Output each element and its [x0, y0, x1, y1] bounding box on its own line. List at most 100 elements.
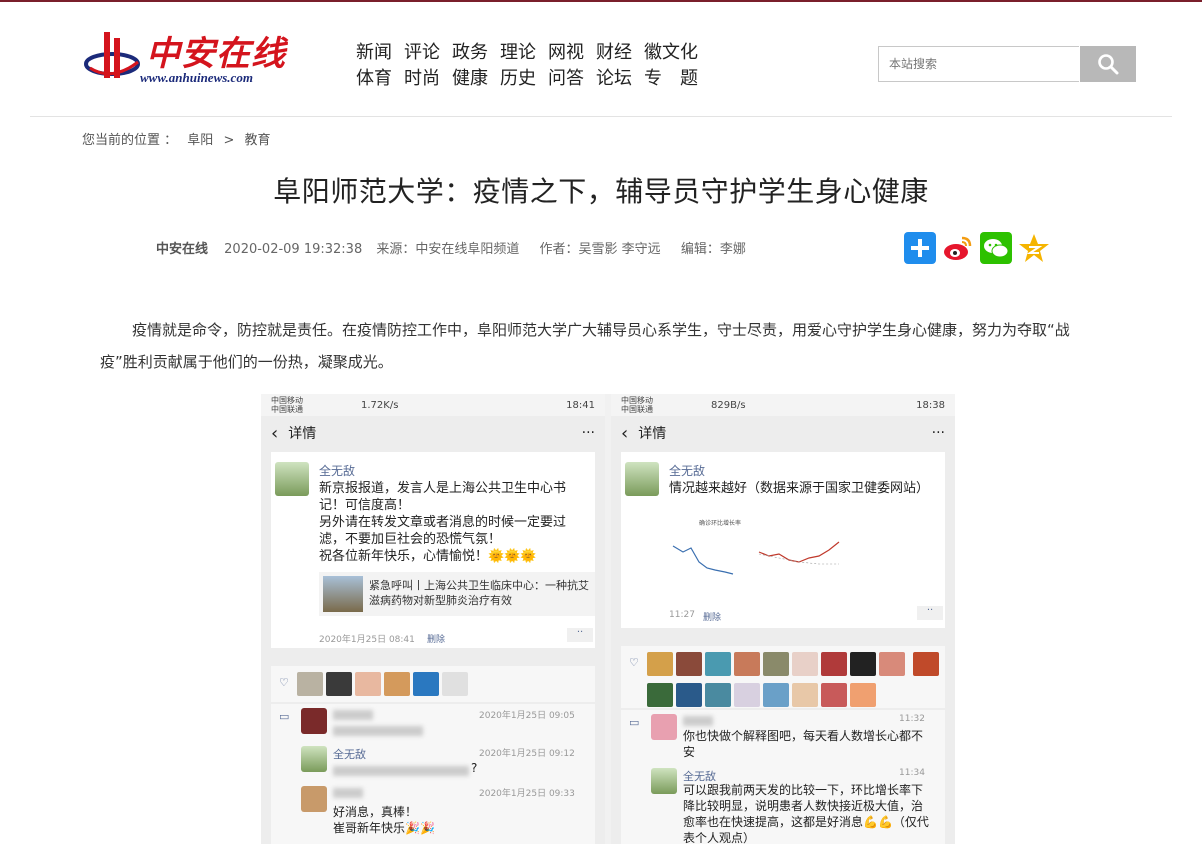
post-text: 情况越来越好（数据来源于国家卫健委网站）: [669, 481, 930, 496]
site-search: [878, 46, 1136, 82]
back-icon[interactable]: ‹: [271, 423, 278, 444]
detail-bar: ‹ 详情 ···: [611, 416, 955, 450]
time-text: 18:38: [916, 399, 945, 411]
post-action-button[interactable]: ··: [567, 628, 593, 642]
avatar[interactable]: [625, 462, 659, 496]
screenshot-right: 中国移动 中国联通 829B/s 18:38 ‹ 详情 ··· 全无敌 情况越来…: [611, 394, 955, 844]
share-more-icon[interactable]: [904, 232, 936, 264]
moment-post: 全无敌 情况越来越好（数据来源于国家卫健委网站） 确诊环比增长率 11:27 删…: [621, 452, 945, 628]
detail-title: 详情: [288, 426, 317, 442]
post-time: 2020年1月25日 08:41: [319, 635, 415, 645]
logo-url: www.anhuinews.com: [140, 70, 253, 85]
logo-emblem-icon: [84, 32, 140, 78]
post-text: 新京报报道，发言人是上海公共卫生中心书记！可信度高！ 另外请在转发文章或者消息的…: [319, 481, 567, 564]
nav-fashion[interactable]: 时尚: [404, 68, 440, 90]
comment3-text: 好消息，真棒！ 崔哥新年快乐🎉🎉: [333, 805, 435, 835]
post-delete-link[interactable]: 删除: [703, 610, 721, 623]
breadcrumb-education[interactable]: 教育: [244, 133, 270, 148]
search-input[interactable]: [878, 46, 1079, 82]
comment2-time: 2020年1月25日 09:12: [479, 749, 575, 759]
commenter-avatar[interactable]: [651, 768, 677, 794]
share-bar: [904, 232, 1050, 264]
post-action-button[interactable]: ··: [917, 606, 943, 620]
commenter-avatar[interactable]: [301, 746, 327, 772]
qzone-star-icon[interactable]: [1018, 232, 1050, 264]
nav-qa[interactable]: 问答: [548, 68, 584, 90]
comment3-time: 2020年1月25日 09:33: [479, 789, 575, 799]
weibo-icon[interactable]: [942, 232, 974, 264]
speed-text: 829B/s: [711, 399, 746, 411]
nav-finance[interactable]: 财经: [596, 42, 632, 64]
meta-datetime: 2020-02-09 19:32:38: [224, 242, 363, 257]
link-text: 紧急呼叫丨上海公共卫生临床中心：一种抗艾滋病药物对新型肺炎治疗有效: [369, 579, 589, 607]
commenter-avatar[interactable]: [651, 714, 677, 740]
comment-box: ▭ 2020年1月25日 09:05 全无敌 2020年1月25日 09:12 …: [271, 704, 595, 844]
nav-government[interactable]: 政务: [452, 42, 488, 64]
breadcrumb-fuyang[interactable]: 阜阳: [187, 133, 213, 148]
link-thumbnail: [323, 576, 363, 612]
article-image: 中国移动 中国联通 1.72K/s 18:41 ‹ 详情 ··· 全无敌 新京报…: [261, 394, 955, 844]
screenshot-left: 中国移动 中国联通 1.72K/s 18:41 ‹ 详情 ··· 全无敌 新京报…: [261, 394, 605, 844]
comment-icon: ▭: [279, 710, 290, 723]
speed-text: 1.72K/s: [361, 399, 399, 411]
breadcrumb-label: 您当前的位置 ：: [82, 133, 178, 148]
nav-topics[interactable]: 专 题: [644, 68, 698, 90]
nav-sports[interactable]: 体育: [356, 68, 392, 90]
breadcrumb-separator: >: [223, 133, 235, 148]
site-logo[interactable]: 中安在线 www.anhuinews.com: [84, 24, 294, 90]
nav-comment[interactable]: 评论: [404, 42, 440, 64]
nav-history[interactable]: 历史: [500, 68, 536, 90]
logo-text: 中安在线: [146, 34, 286, 74]
like-heart-icon: ♡: [279, 676, 289, 689]
detail-title: 详情: [638, 426, 667, 442]
carrier-text: 中国移动 中国联通: [271, 396, 303, 414]
comment-box: ▭ 11:32 你也快做个解释图吧，每天看人数增长心都不安 全无敌 11:34 …: [621, 710, 945, 844]
breadcrumb: 您当前的位置 ： 阜阳 > 教育: [82, 129, 271, 148]
nav-health[interactable]: 健康: [452, 68, 488, 90]
post-username[interactable]: 全无敌: [319, 462, 355, 479]
shared-link-card[interactable]: 紧急呼叫丨上海公共卫生临床中心：一种抗艾滋病药物对新型肺炎治疗有效: [319, 572, 595, 616]
meta-source-name: 中安在线: [156, 242, 209, 257]
avatar[interactable]: [275, 462, 309, 496]
back-icon[interactable]: ‹: [621, 423, 628, 444]
meta-source: 来源：中安在线阜阳频道: [376, 242, 520, 257]
nav-news[interactable]: 新闻: [356, 42, 392, 64]
meta-author: 作者：吴雪影 李守远: [539, 242, 661, 257]
post-chart-image[interactable]: 确诊环比增长率: [669, 518, 853, 590]
nav-theory[interactable]: 理论: [500, 42, 536, 64]
post-username[interactable]: 全无敌: [669, 462, 705, 479]
post-time: 11:27: [669, 610, 695, 620]
search-button[interactable]: [1080, 46, 1136, 82]
likes-box: ♡: [621, 646, 945, 708]
comment2-time: 11:34: [899, 768, 925, 778]
top-border: [0, 0, 1202, 2]
search-icon: [1098, 54, 1119, 75]
growth-rate-chart: [672, 541, 840, 575]
more-icon[interactable]: ···: [932, 425, 945, 441]
article-paragraph: 疫情就是命令，防控就是责任。在疫情防控工作中，阜阳师范大学广大辅导员心系学生，守…: [100, 321, 1070, 371]
main-nav: 新闻 评论 政务 理论 网视 财经 徽文化 体育 时尚 健康 历史 问答 论坛 …: [356, 42, 698, 90]
post-delete-link[interactable]: 删除: [427, 632, 445, 645]
time-text: 18:41: [566, 399, 595, 411]
commenter-avatar[interactable]: [301, 708, 327, 734]
header-divider: [30, 116, 1172, 117]
article-title: 阜阳师范大学：疫情之下，辅导员守护学生身心健康: [273, 175, 929, 208]
commenter-avatar[interactable]: [301, 786, 327, 812]
nav-forum[interactable]: 论坛: [596, 68, 632, 90]
comment1-text: 你也快做个解释图吧，每天看人数增长心都不安: [683, 729, 924, 759]
article-meta: 中安在线 2020-02-09 19:32:38 来源：中安在线阜阳频道 作者：…: [156, 238, 756, 257]
meta-editor: 编辑：李娜: [680, 242, 746, 257]
comment1-time: 11:32: [899, 714, 925, 724]
carrier-text: 中国移动 中国联通: [621, 396, 653, 414]
moment-post: 全无敌 新京报报道，发言人是上海公共卫生中心书记！可信度高！ 另外请在转发文章或…: [271, 452, 595, 648]
nav-huiculture[interactable]: 徽文化: [644, 42, 698, 64]
comment2-user[interactable]: 全无敌: [333, 746, 366, 762]
more-icon[interactable]: ···: [582, 425, 595, 441]
chart-title: 确诊环比增长率: [699, 520, 742, 527]
status-bar: 中国移动 中国联通 1.72K/s 18:41: [261, 394, 605, 416]
comment1-time: 2020年1月25日 09:05: [479, 711, 575, 721]
comment-icon: ▭: [629, 716, 640, 729]
wechat-icon[interactable]: [980, 232, 1012, 264]
likes-box: ♡: [271, 666, 595, 702]
nav-video[interactable]: 网视: [548, 42, 584, 64]
